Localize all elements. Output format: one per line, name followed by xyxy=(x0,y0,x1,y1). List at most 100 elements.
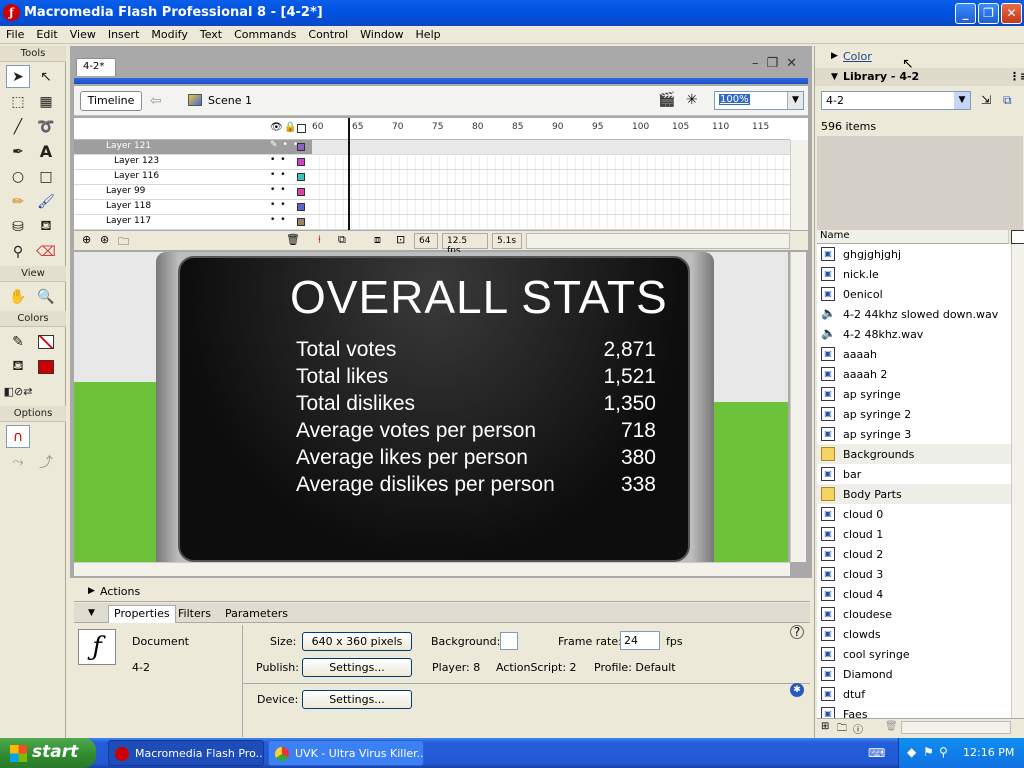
wide-view-icon[interactable] xyxy=(1011,230,1024,244)
layer-toggles[interactable]: •• xyxy=(270,185,291,195)
stage[interactable]: OVERALL STATS Total votes 2,871 Total lik… xyxy=(74,252,788,562)
new-folder-icon[interactable]: 🗀 xyxy=(837,721,847,738)
eyedropper-tool-icon[interactable]: ⚲ xyxy=(6,240,30,263)
doc-minimize-icon[interactable]: – xyxy=(752,56,759,71)
layer-frames[interactable] xyxy=(312,215,790,229)
stroke-color-icon[interactable]: ✎ xyxy=(6,330,30,353)
list-item[interactable]: ▣ 0enicol xyxy=(817,284,1011,304)
menu-edit[interactable]: Edit xyxy=(30,26,63,41)
snap-magnet-icon[interactable]: ∩ xyxy=(6,425,30,448)
center-frame-icon[interactable]: ⍿ xyxy=(318,233,321,247)
zoom-field[interactable]: 100% ▼ xyxy=(714,91,804,110)
tab-properties[interactable]: Properties xyxy=(108,605,176,623)
rectangle-tool-icon[interactable]: □ xyxy=(34,165,58,188)
straighten-icon[interactable]: ⤴ xyxy=(34,450,58,473)
name-column-header[interactable]: Name xyxy=(817,230,1009,244)
stage-vscroll[interactable] xyxy=(790,252,806,562)
timeline-vscroll[interactable] xyxy=(790,140,808,230)
layer-color-swatch[interactable] xyxy=(297,173,305,181)
panel-options-icon[interactable]: ⋮≡ xyxy=(1009,70,1024,83)
properties-icon[interactable]: ⓘ xyxy=(853,721,863,736)
layer-color-swatch[interactable] xyxy=(297,203,305,211)
keyboard-icon[interactable]: ⌨ xyxy=(868,746,885,760)
list-item[interactable]: 🔈 4-2 48khz.wav xyxy=(817,324,1011,344)
fill-swatch[interactable] xyxy=(34,355,58,378)
expand-arrow-icon[interactable]: ▶ xyxy=(88,586,95,596)
oval-tool-icon[interactable]: ○ xyxy=(6,165,30,188)
background-swatch[interactable] xyxy=(500,632,518,650)
menu-text[interactable]: Text xyxy=(194,26,228,41)
stage-hscroll[interactable] xyxy=(74,562,790,576)
pin-library-icon[interactable]: ⇲ xyxy=(981,93,991,107)
doc-close-icon[interactable]: ✕ xyxy=(786,56,797,71)
chevron-down-icon[interactable]: ▼ xyxy=(954,92,970,109)
new-symbol-icon[interactable]: ⊞ xyxy=(821,721,829,732)
edit-multiple-frames-icon[interactable]: ⊡ xyxy=(396,233,405,246)
list-item[interactable]: ▣ ap syringe 2 xyxy=(817,404,1011,424)
list-item[interactable]: Backgrounds xyxy=(817,444,1011,464)
onion-skin-icon[interactable]: ⧉ xyxy=(338,233,346,247)
lasso-tool-icon[interactable]: ➰ xyxy=(34,115,58,138)
subselection-tool-icon[interactable]: ↖ xyxy=(34,65,58,88)
delete-icon[interactable]: 🗑 xyxy=(885,721,898,732)
restore-button[interactable]: ❐ xyxy=(978,3,999,24)
layer-row[interactable]: Layer 99 •• xyxy=(74,185,790,200)
menu-file[interactable]: File xyxy=(0,26,30,41)
tab-filters[interactable]: Filters xyxy=(178,607,211,620)
tray-search-icon[interactable]: ⚲ xyxy=(939,745,948,759)
layer-color-swatch[interactable] xyxy=(297,143,305,151)
edit-symbols-icon[interactable]: ✳ xyxy=(686,92,698,108)
list-item[interactable]: ▣ cloud 3 xyxy=(817,564,1011,584)
playhead[interactable] xyxy=(348,118,350,230)
device-settings-button[interactable]: Settings... xyxy=(302,690,412,709)
layer-toggles[interactable]: •• xyxy=(270,215,291,225)
pen-tool-icon[interactable]: ✒ xyxy=(6,140,30,163)
list-item[interactable]: ▣ bar xyxy=(817,464,1011,484)
color-panel-label[interactable]: Color xyxy=(843,50,872,63)
library-panel-header[interactable]: ▼ Library - 4-2 ⋮≡ xyxy=(815,68,1024,86)
layer-toggles[interactable]: •• xyxy=(270,170,291,180)
taskbar-item-uvk[interactable]: UVK - Ultra Virus Killer... xyxy=(268,740,424,766)
list-item[interactable]: ▣ cool syringe xyxy=(817,644,1011,664)
fill-transform-tool-icon[interactable]: ▦ xyxy=(34,90,58,113)
layer-frames[interactable] xyxy=(312,170,790,184)
title-bar[interactable]: ƒ Macromedia Flash Professional 8 - [4-2… xyxy=(0,0,1024,26)
menu-insert[interactable]: Insert xyxy=(102,26,146,41)
line-tool-icon[interactable]: ╱ xyxy=(6,115,30,138)
timeline-hscroll[interactable] xyxy=(526,233,790,249)
minimize-button[interactable]: _ xyxy=(955,3,976,24)
list-item[interactable]: ▣ cloud 1 xyxy=(817,524,1011,544)
layer-frames[interactable] xyxy=(312,185,790,199)
expand-arrow-icon[interactable]: ▶ xyxy=(831,51,838,61)
new-library-icon[interactable]: ⧉ xyxy=(1003,93,1012,108)
publish-settings-button[interactable]: Settings... xyxy=(302,658,412,677)
library-select[interactable]: 4-2 ▼ xyxy=(821,91,971,110)
menu-control[interactable]: Control xyxy=(302,26,354,41)
add-layer-icon[interactable]: ⊕ xyxy=(82,233,91,246)
layer-row[interactable]: Layer 123 •• xyxy=(74,155,790,170)
timeline-button[interactable]: Timeline xyxy=(80,91,142,111)
lock-icon[interactable]: 🔒 xyxy=(284,122,296,133)
collapse-arrow-icon[interactable]: ▼ xyxy=(88,608,95,618)
close-button[interactable]: ✕ xyxy=(1001,3,1022,24)
size-button[interactable]: 640 x 360 pixels xyxy=(302,632,412,651)
list-item[interactable]: ▣ Faes xyxy=(817,704,1011,718)
outline-icon[interactable] xyxy=(297,124,306,133)
hand-tool-icon[interactable]: ✋ xyxy=(6,285,30,308)
layer-color-swatch[interactable] xyxy=(297,188,305,196)
text-tool-icon[interactable]: A xyxy=(34,140,58,163)
selection-tool-icon[interactable]: ➤ xyxy=(6,65,30,88)
tray-network-icon[interactable]: ⚑ xyxy=(923,745,934,759)
onion-outline-icon[interactable]: ⧈ xyxy=(374,233,381,247)
library-hscroll[interactable] xyxy=(901,721,1011,734)
smooth-icon[interactable]: ⤳ xyxy=(6,450,30,473)
menu-modify[interactable]: Modify xyxy=(145,26,193,41)
list-item[interactable]: ▣ ghgjghjghj xyxy=(817,244,1011,264)
list-item[interactable]: ▣ aaaah 2 xyxy=(817,364,1011,384)
pencil-tool-icon[interactable]: ✏ xyxy=(6,190,30,213)
color-panel-header[interactable]: ▶ Color xyxy=(815,48,1024,66)
zoom-tool-icon[interactable]: 🔍 xyxy=(34,285,58,308)
layer-row[interactable]: Layer 118 •• xyxy=(74,200,790,215)
layer-toggles[interactable]: •• xyxy=(270,155,291,165)
chevron-down-icon[interactable]: ▼ xyxy=(787,92,803,109)
